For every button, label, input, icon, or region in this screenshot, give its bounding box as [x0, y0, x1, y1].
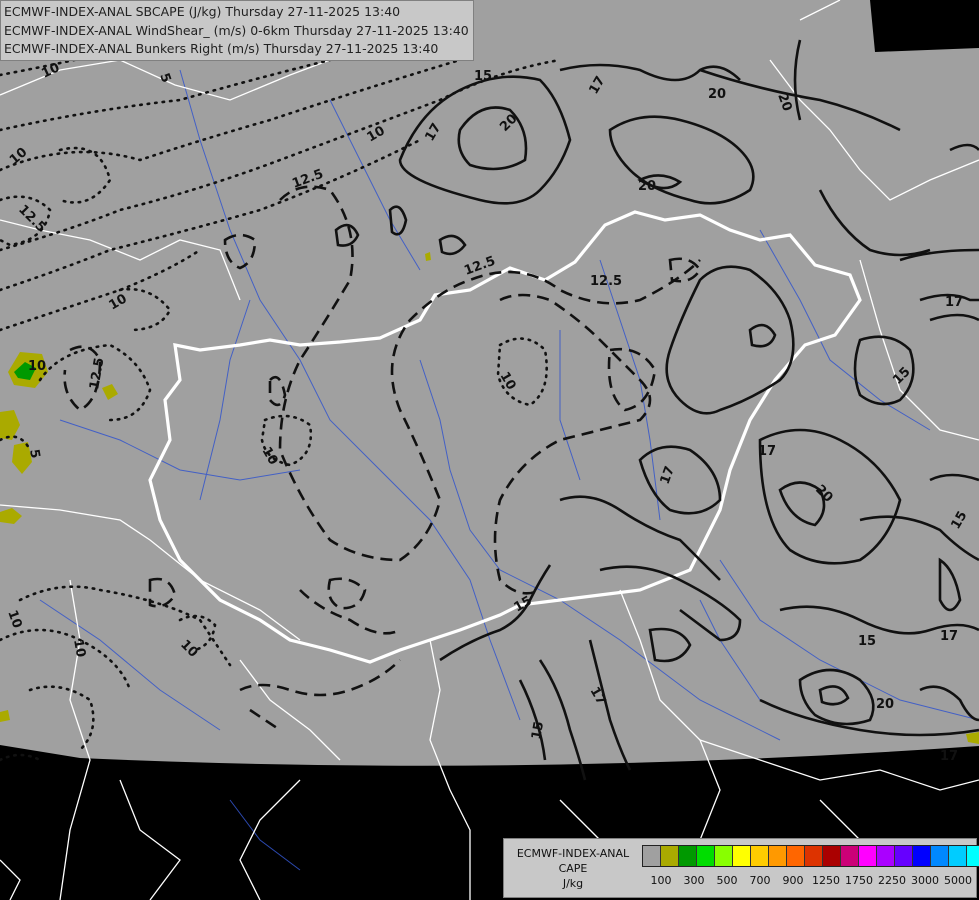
cape-legend: ECMWF-INDEX-ANAL CAPE J/kg 100 300 500 700 9…: [503, 838, 979, 898]
shear-label: 20: [708, 87, 726, 102]
legend-tick: 500: [716, 874, 738, 887]
legend-tick: 700: [749, 874, 771, 887]
legend-swatch: [661, 846, 679, 866]
legend-tick: 3000: [911, 874, 939, 887]
legend-swatch: [931, 846, 949, 866]
legend-title: ECMWF-INDEX-ANAL CAPE J/kg: [507, 846, 639, 891]
legend-swatch: [697, 846, 715, 866]
legend-swatch: [877, 846, 895, 866]
shear-label: 12.5: [590, 274, 622, 289]
legend-swatch: [967, 846, 979, 866]
map-titles: ECMWF-INDEX-ANAL SBCAPE (J/kg) Thursday …: [0, 0, 474, 61]
shear-label: 20: [876, 697, 894, 712]
legend-swatch: [841, 846, 859, 866]
legend-swatch: [787, 846, 805, 866]
shear-label: 17: [945, 295, 963, 310]
legend-swatch: [679, 846, 697, 866]
bunkers-label: 10: [70, 638, 88, 658]
legend-swatch: [715, 846, 733, 866]
legend-tick: 5000: [944, 874, 972, 887]
title-bunkers: ECMWF-INDEX-ANAL Bunkers Right (m/s) Thu…: [4, 41, 439, 56]
shear-label: 17: [940, 629, 958, 644]
legend-title-unit: J/kg: [562, 877, 584, 890]
legend-tick-labels: 100 300 500 700 900 1250 1750 2250 3000 5000: [642, 874, 973, 888]
legend-swatch: [751, 846, 769, 866]
shear-label: 17: [940, 749, 958, 764]
shear-label: 15: [474, 69, 492, 84]
shear-label: 20: [638, 179, 656, 194]
legend-swatch: [733, 846, 751, 866]
legend-tick: 1750: [845, 874, 873, 887]
legend-swatch: [949, 846, 967, 866]
legend-swatch: [859, 846, 877, 866]
legend-swatch: [805, 846, 823, 866]
bunkers-label: 10: [28, 359, 46, 374]
legend-swatch: [643, 846, 661, 866]
title-windshear: ECMWF-INDEX-ANAL WindShear_ (m/s) 0-6km …: [4, 22, 469, 38]
weather-map: 15 17 20 20 20 17 17 15 17 20 15 17 15 1…: [0, 0, 979, 900]
legend-swatch: [769, 846, 787, 866]
title-sbcape: ECMWF-INDEX-ANAL SBCAPE (J/kg) Thursday …: [4, 4, 401, 19]
legend-tick: 300: [683, 874, 705, 887]
legend-tick: 100: [650, 874, 672, 887]
legend-tick: 900: [782, 874, 804, 887]
shear-label: 17: [758, 444, 776, 459]
legend-tick: 1250: [812, 874, 840, 887]
shear-label: 15: [858, 634, 876, 649]
legend-title-source: ECMWF-INDEX-ANAL: [516, 847, 630, 860]
legend-tick: 2250: [878, 874, 906, 887]
legend-swatch: [823, 846, 841, 866]
legend-swatch: [895, 846, 913, 866]
shear-label: 15: [529, 720, 547, 740]
legend-title-param: CAPE: [558, 862, 588, 875]
legend-swatch: [913, 846, 931, 866]
legend-color-scale: [642, 845, 979, 867]
